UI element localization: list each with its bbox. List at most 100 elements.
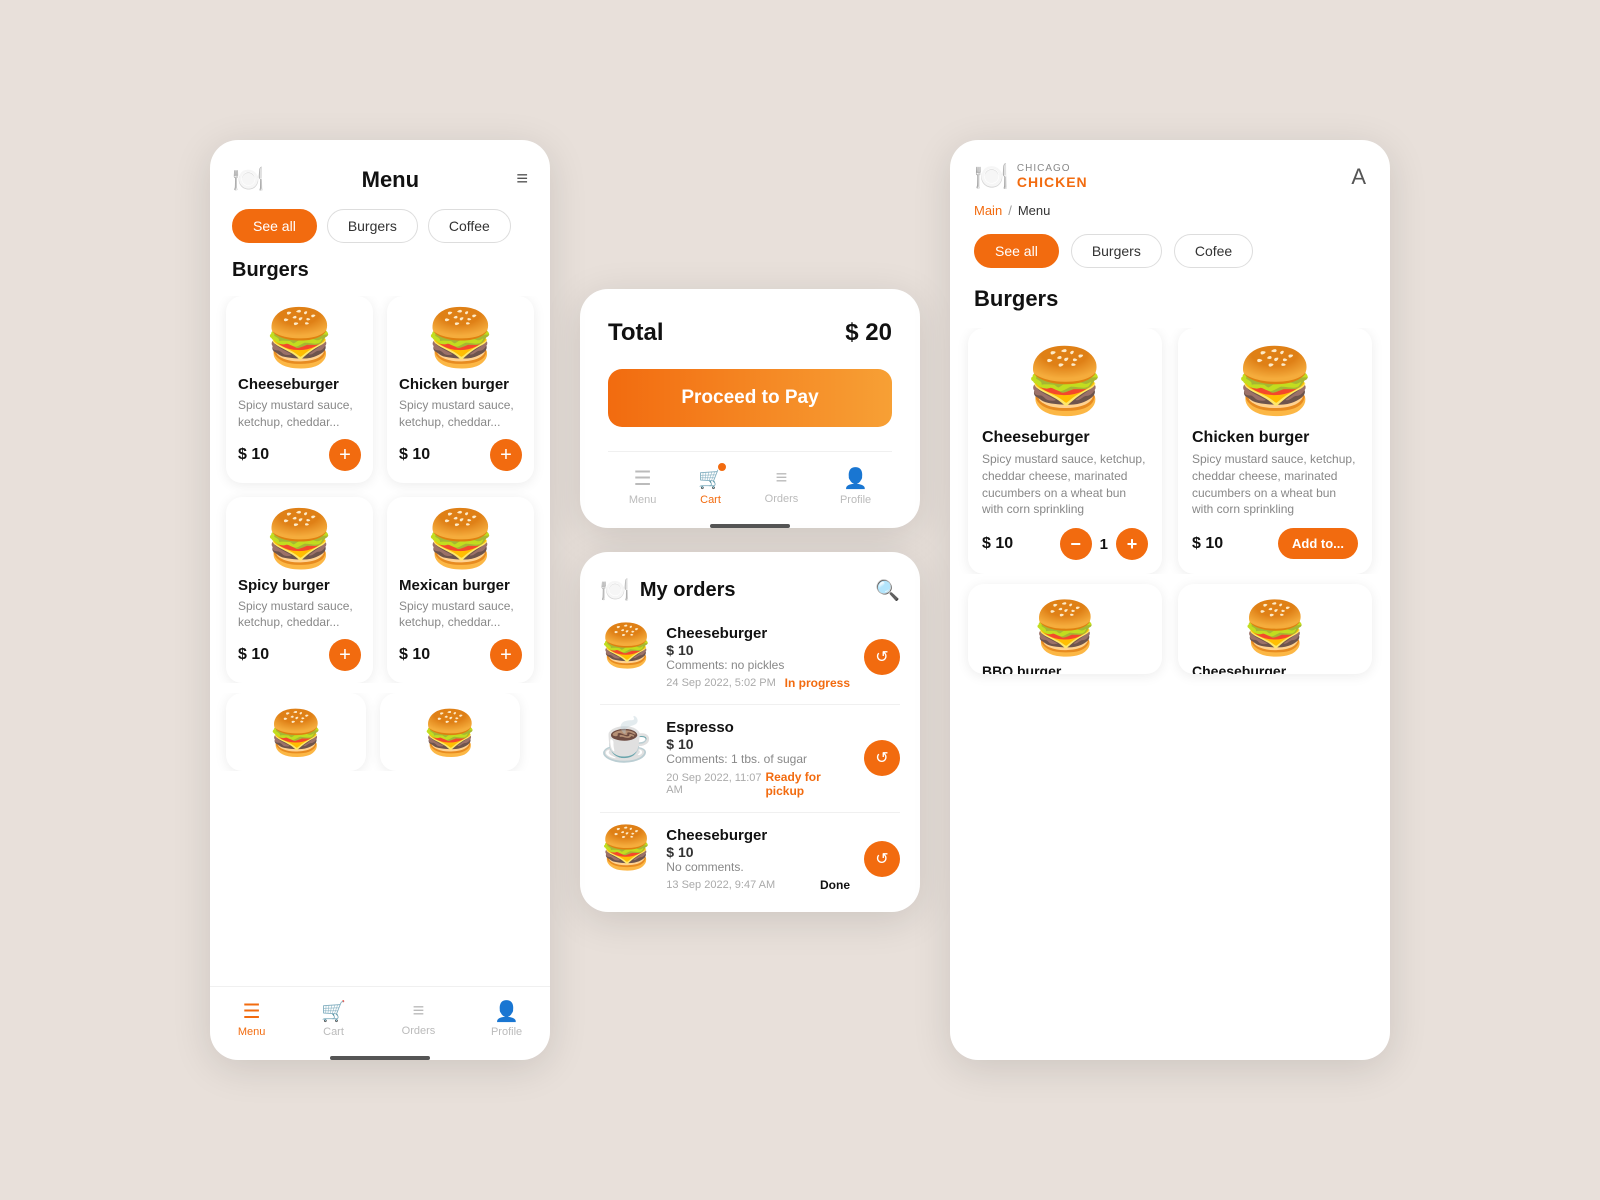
order-date: 20 Sep 2022, 11:07 AM <box>666 772 765 796</box>
order-price: $ 10 <box>666 642 850 658</box>
cart-nav-profile[interactable]: 👤 Profile <box>840 466 871 506</box>
add-item-button[interactable]: + <box>329 439 361 471</box>
partial-items-row: 🍔 🍔 <box>210 693 550 771</box>
menu-screen: 🍽️ Menu ≡ See all Burgers Coffee Burgers… <box>210 140 550 1060</box>
nav-cart-label: Cart <box>323 1026 344 1038</box>
item-price: $ 10 <box>238 446 269 464</box>
filter-see-all[interactable]: See all <box>232 209 317 243</box>
item-name: Cheeseburger <box>982 429 1148 447</box>
add-item-button[interactable]: + <box>490 639 522 671</box>
quantity-decrease-button[interactable]: − <box>1060 528 1092 560</box>
item-image: 🍔 <box>238 707 354 759</box>
cart-total-row: Total $ 20 <box>608 319 892 347</box>
search-icon[interactable]: 🔍 <box>875 578 900 603</box>
reorder-button[interactable]: ↺ <box>864 841 900 877</box>
proceed-to-pay-button[interactable]: Proceed to Pay <box>608 369 892 427</box>
reorder-button[interactable]: ↺ <box>864 639 900 675</box>
item-image: 🍔 <box>392 707 508 759</box>
item-footer: $ 10 − 1 + <box>982 528 1148 560</box>
cart-nav-menu[interactable]: ☰ Menu <box>629 466 657 506</box>
right-logo-icon: 🍽️ <box>974 160 1009 193</box>
middle-column: Total $ 20 Proceed to Pay ☰ Menu 🛒 Cart … <box>580 289 920 912</box>
list-item: 🍔 Mexican burger Spicy mustard sauce, ke… <box>387 497 534 684</box>
filter-coffee[interactable]: Coffee <box>428 209 511 243</box>
orders-screen: 🍽️ My orders 🔍 🍔 Cheeseburger $ 10 Comme… <box>580 552 920 912</box>
order-status-badge: In progress <box>785 676 850 690</box>
right-section-title: Burgers <box>950 286 1390 328</box>
quantity-value: 1 <box>1100 536 1108 553</box>
order-date: 13 Sep 2022, 9:47 AM <box>666 879 775 891</box>
order-name: Espresso <box>666 719 850 736</box>
item-name: Mexican burger <box>399 577 522 594</box>
bottom-nav: ☰ Menu 🛒 Cart ≡ Orders 👤 Profile <box>210 986 550 1048</box>
order-image: ☕ <box>600 719 652 761</box>
nav-profile[interactable]: 👤 Profile <box>491 999 522 1038</box>
add-to-cart-button[interactable]: Add to... <box>1278 528 1358 559</box>
item-desc: Spicy mustard sauce, ketchup, cheddar... <box>238 397 361 431</box>
list-item: 🍔 Chicken burger Spicy mustard sauce, ke… <box>387 296 534 483</box>
right-filter-burgers[interactable]: Burgers <box>1071 234 1162 268</box>
add-item-button[interactable]: + <box>490 439 522 471</box>
item-image: 🍔 <box>265 511 335 567</box>
reorder-button[interactable]: ↺ <box>864 740 900 776</box>
cart-nav-menu-label: Menu <box>629 494 657 506</box>
item-price: $ 10 <box>399 646 430 664</box>
item-desc: Spicy mustard sauce, ketchup, cheddar ch… <box>1192 451 1358 518</box>
item-desc: Spicy mustard sauce, ketchup, cheddar... <box>399 598 522 632</box>
orders-icon: ≡ <box>413 1000 425 1023</box>
cart-nav-cart-label: Cart <box>700 494 721 506</box>
order-name: Cheeseburger <box>666 827 850 844</box>
right-filter-see-all[interactable]: See all <box>974 234 1059 268</box>
filter-burgers[interactable]: Burgers <box>327 209 418 243</box>
nav-orders[interactable]: ≡ Orders <box>402 1000 436 1037</box>
item-name: Cheeseburger <box>238 376 361 393</box>
order-price: $ 10 <box>666 844 850 860</box>
item-footer: $ 10 Add to... <box>1192 528 1358 559</box>
menu-header: 🍽️ Menu ≡ <box>210 140 550 209</box>
item-desc: Spicy mustard sauce, ketchup, cheddar... <box>399 397 522 431</box>
logo-chicken: CHICKEN <box>1017 174 1088 190</box>
right-filter-coffee[interactable]: Cofee <box>1174 234 1253 268</box>
order-meta: 24 Sep 2022, 5:02 PM In progress <box>666 676 850 690</box>
app-logo-icon: 🍽️ <box>232 164 264 195</box>
order-meta: 20 Sep 2022, 11:07 AM Ready for pickup <box>666 770 850 798</box>
item-image: 🍔 <box>982 598 1148 659</box>
right-header-action-icon[interactable]: A <box>1351 164 1366 190</box>
cart-badge-dot <box>717 462 727 472</box>
cart-icon: 🛒 <box>321 999 346 1024</box>
item-image: 🍔 <box>982 344 1148 419</box>
item-image: 🍔 <box>1192 344 1358 419</box>
order-status-badge: Done <box>820 878 850 892</box>
nav-menu[interactable]: ☰ Menu <box>238 999 266 1038</box>
menu-items-grid: 🍔 Cheeseburger Spicy mustard sauce, ketc… <box>210 296 550 683</box>
item-image: 🍔 <box>1192 598 1358 659</box>
item-price: $ 10 <box>1192 535 1223 553</box>
cart-nav-cart[interactable]: 🛒 Cart <box>698 466 723 506</box>
add-item-button[interactable]: + <box>329 639 361 671</box>
cart-home-indicator <box>710 524 790 528</box>
nav-cart[interactable]: 🛒 Cart <box>321 999 346 1038</box>
order-comment: No comments. <box>666 860 850 874</box>
order-comment: Comments: no pickles <box>666 658 850 672</box>
cart-bottom-nav: ☰ Menu 🛒 Cart ≡ Orders 👤 Profile <box>608 451 892 516</box>
hamburger-menu-icon[interactable]: ≡ <box>516 168 528 191</box>
right-screen: 🍽️ CHICAGO CHICKEN A Main / Menu See all… <box>950 140 1390 1060</box>
home-indicator <box>330 1056 430 1060</box>
item-desc: Spicy mustard sauce, ketchup, cheddar ch… <box>982 451 1148 518</box>
cart-nav-orders[interactable]: ≡ Orders <box>765 467 799 505</box>
cart-nav-profile-label: Profile <box>840 494 871 506</box>
item-footer: $ 10 + <box>399 439 522 471</box>
order-name: Cheeseburger <box>666 625 850 642</box>
item-image: 🍔 <box>265 310 335 366</box>
nav-orders-label: Orders <box>402 1025 436 1037</box>
cart-badge-wrap: 🛒 <box>698 466 723 491</box>
menu-title: Menu <box>362 167 419 193</box>
filter-row: See all Burgers Coffee <box>210 209 550 259</box>
burgers-section-title: Burgers <box>210 259 550 296</box>
order-date: 24 Sep 2022, 5:02 PM <box>666 677 775 689</box>
order-image: 🍔 <box>600 827 652 869</box>
breadcrumb-main[interactable]: Main <box>974 203 1002 218</box>
order-info: Cheeseburger $ 10 No comments. 13 Sep 20… <box>666 827 850 892</box>
list-item: ☕ Espresso $ 10 Comments: 1 tbs. of suga… <box>600 719 900 813</box>
quantity-increase-button[interactable]: + <box>1116 528 1148 560</box>
